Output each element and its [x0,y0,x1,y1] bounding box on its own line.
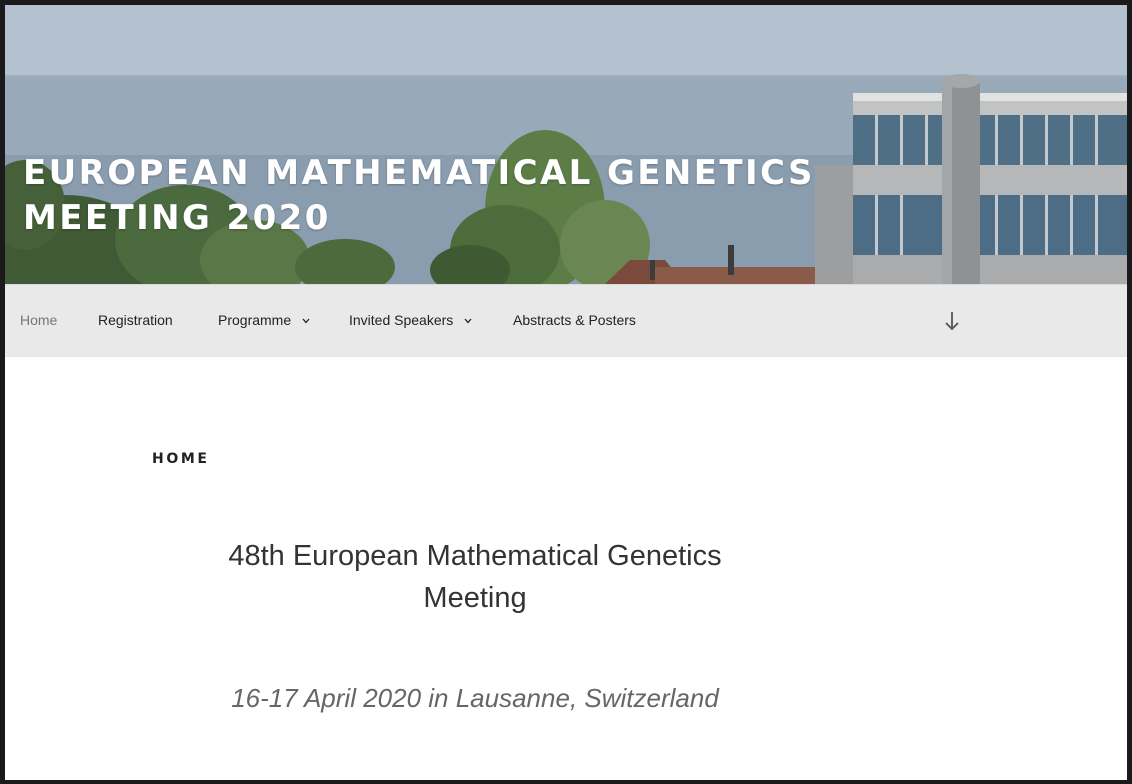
page-title: HOME [152,451,210,467]
nav-item-label: Programme [218,312,292,328]
arrow-down-icon[interactable] [941,309,963,333]
nav-item-label: Registration [98,312,173,328]
nav-item-label: Abstracts & Posters [513,312,636,328]
browser-frame: EUROPEAN MATHEMATICAL GENETICS MEETING 2… [0,0,1132,784]
site-title[interactable]: EUROPEAN MATHEMATICAL GENETICS MEETING 2… [23,151,883,241]
nav-item-label: Home [20,312,58,328]
chevron-down-icon [302,284,310,355]
nav-item-label: Invited Speakers [349,312,454,328]
site-header: EUROPEAN MATHEMATICAL GENETICS MEETING 2… [5,5,1127,284]
nav-item-home[interactable]: Home [20,285,57,356]
header-photo [5,5,1127,284]
nav-item-invited-speakers[interactable]: Invited Speakers [349,285,472,356]
main-navigation: Home Registration Programme Invited Spea… [5,284,1127,357]
nav-item-registration[interactable]: Registration [98,285,173,356]
page: EUROPEAN MATHEMATICAL GENETICS MEETING 2… [5,5,1127,780]
event-headline: 48th European Mathematical Genetics Meet… [228,540,722,614]
chevron-down-icon [464,284,472,355]
event-date-location: 16-17 April 2020 in Lausanne, Switzerlan… [231,683,719,713]
nav-item-abstracts-posters[interactable]: Abstracts & Posters [513,285,636,356]
nav-item-programme[interactable]: Programme [218,285,310,356]
